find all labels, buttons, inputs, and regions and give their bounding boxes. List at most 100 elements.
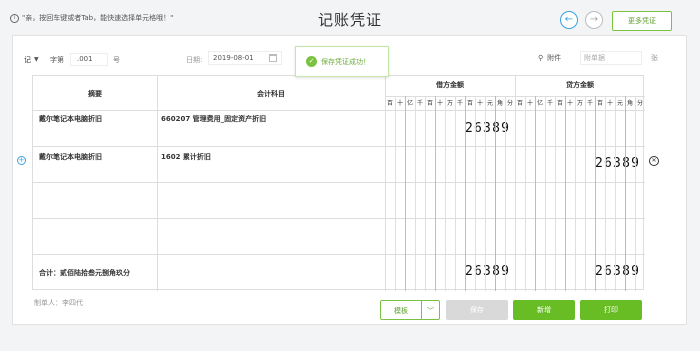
digit-divider xyxy=(615,96,616,291)
digit-divider xyxy=(415,96,416,291)
credit-digit-header: 千 xyxy=(546,100,553,107)
paperclip-icon: ⚲ xyxy=(538,54,544,62)
voucher-type-value: 记 xyxy=(24,55,31,64)
debit-digit-header: 十 xyxy=(476,100,483,107)
template-button[interactable]: 模板 ﹀ xyxy=(380,300,440,320)
credit-digit-header: 十 xyxy=(606,100,613,107)
digit-divider xyxy=(575,96,576,291)
grid-line xyxy=(33,218,645,219)
credit-digit-header: 百 xyxy=(556,100,563,107)
row-2-summary[interactable]: 戴尔笔记本电脑折旧 xyxy=(39,152,102,162)
grid-line xyxy=(33,146,645,147)
digit-divider xyxy=(505,96,506,291)
debit-digit-header: 百 xyxy=(426,100,433,107)
digit-divider xyxy=(475,96,476,291)
debit-digit-header: 万 xyxy=(446,100,453,107)
credit-digit-header: 亿 xyxy=(536,100,543,107)
toast-text: 保存凭证成功！ xyxy=(321,57,370,66)
digit-divider xyxy=(525,96,526,291)
voucher-table: 摘要 会计科目 借方金额 贷方金额 戴尔笔记本电脑折旧 660207 管理费用_… xyxy=(32,75,645,291)
digit-divider xyxy=(535,96,536,291)
next-voucher-button[interactable]: → xyxy=(585,11,603,29)
digit-divider xyxy=(555,96,556,291)
date-input[interactable]: 2019-08-01 xyxy=(208,51,282,65)
prev-voucher-button[interactable]: ← xyxy=(560,11,578,29)
col-debit-header: 借方金额 xyxy=(436,81,464,89)
save-success-toast: ✓ 保存凭证成功！ xyxy=(295,46,389,77)
attach-unit: 张 xyxy=(651,54,658,62)
more-vouchers-button[interactable]: 更多凭证 xyxy=(612,11,672,31)
attachment[interactable]: ⚲ 附件 xyxy=(538,53,561,63)
digit-divider xyxy=(585,96,586,291)
calendar-icon[interactable] xyxy=(269,54,277,62)
digit-divider xyxy=(455,96,456,291)
number-label: 字第 xyxy=(50,55,64,64)
date-value: 2019-08-01 xyxy=(213,54,254,62)
col-credit-header: 贷方金额 xyxy=(566,81,594,89)
attach-count-input[interactable]: 附单据 xyxy=(580,51,642,65)
col-summary-header: 摘要 xyxy=(88,90,102,98)
total-debit: 26389 xyxy=(465,264,511,279)
number-suffix: 号 xyxy=(113,55,120,64)
digit-divider xyxy=(635,96,636,291)
new-button[interactable]: 新增 xyxy=(513,300,575,320)
attach-label: 附件 xyxy=(547,54,562,62)
grid-line xyxy=(33,254,645,255)
digit-divider xyxy=(465,96,466,291)
credit-digit-header: 角 xyxy=(626,100,633,107)
digit-divider xyxy=(565,96,566,291)
check-icon: ✓ xyxy=(306,56,317,67)
debit-digit-header: 十 xyxy=(396,100,403,107)
debit-digit-header: 千 xyxy=(416,100,423,107)
credit-digit-header: 分 xyxy=(636,100,643,107)
voucher-number-input[interactable]: .001 xyxy=(70,53,108,66)
debit-digit-header: 分 xyxy=(506,100,513,107)
digit-divider xyxy=(485,96,486,291)
row-1-summary[interactable]: 戴尔笔记本电脑折旧 xyxy=(39,114,102,124)
voucher-number-row: 记 ▼ 字第 .001 号 xyxy=(24,53,120,66)
digit-divider xyxy=(595,96,596,291)
top-bar: i "亲，按回车键或者Tab，能快速选择单元格哦！" 记账凭证 ← → 更多凭证 xyxy=(0,0,700,40)
col-account-header: 会计科目 xyxy=(257,90,285,98)
row-1-debit[interactable]: 26389 xyxy=(465,121,510,136)
template-label: 模板 xyxy=(394,307,408,315)
delete-row-icon[interactable]: ✕ xyxy=(649,156,659,166)
arrow-right-icon: → xyxy=(589,14,599,25)
digit-divider xyxy=(425,96,426,291)
digit-divider xyxy=(445,96,446,291)
row-2-account[interactable]: 1602 累计折旧 xyxy=(161,152,211,162)
maker-label: 制单人：李四代 xyxy=(34,299,83,307)
credit-digit-header: 千 xyxy=(586,100,593,107)
debit-digit-header: 十 xyxy=(436,100,443,107)
digit-divider xyxy=(545,96,546,291)
voucher-type-select[interactable]: 记 ▼ xyxy=(24,54,48,66)
debit-digit-header: 亿 xyxy=(406,100,413,107)
save-button[interactable]: 保存 xyxy=(446,300,508,320)
credit-digit-header: 十 xyxy=(566,100,573,107)
credit-digit-header: 十 xyxy=(526,100,533,107)
arrow-left-icon: ← xyxy=(564,14,574,25)
credit-digit-header: 万 xyxy=(576,100,583,107)
row-1-account[interactable]: 660207 管理费用_固定资产折旧 xyxy=(161,114,266,124)
credit-digit-header: 元 xyxy=(616,100,623,107)
divider xyxy=(421,301,422,319)
caret-down-icon: ▼ xyxy=(34,56,39,63)
grid-line xyxy=(33,182,645,183)
digit-divider xyxy=(495,96,496,291)
chevron-down-icon[interactable]: ﹀ xyxy=(427,301,434,321)
grid-line xyxy=(157,76,158,291)
row-2-credit[interactable]: 26389 xyxy=(595,156,640,171)
date-label: 日期: xyxy=(186,56,203,64)
total-credit: 26389 xyxy=(595,264,641,279)
digit-divider xyxy=(435,96,436,291)
total-label: 合计：贰佰陆拾叁元捌角玖分 xyxy=(39,269,130,277)
add-row-icon[interactable]: + xyxy=(17,156,26,165)
credit-digit-header: 百 xyxy=(596,100,603,107)
credit-digit-header: 百 xyxy=(516,100,523,107)
debit-digit-header: 角 xyxy=(496,100,503,107)
digit-divider xyxy=(625,96,626,291)
debit-digit-header: 百 xyxy=(466,100,473,107)
print-button[interactable]: 打印 xyxy=(580,300,642,320)
digit-divider xyxy=(605,96,606,291)
debit-digit-header: 元 xyxy=(486,100,493,107)
